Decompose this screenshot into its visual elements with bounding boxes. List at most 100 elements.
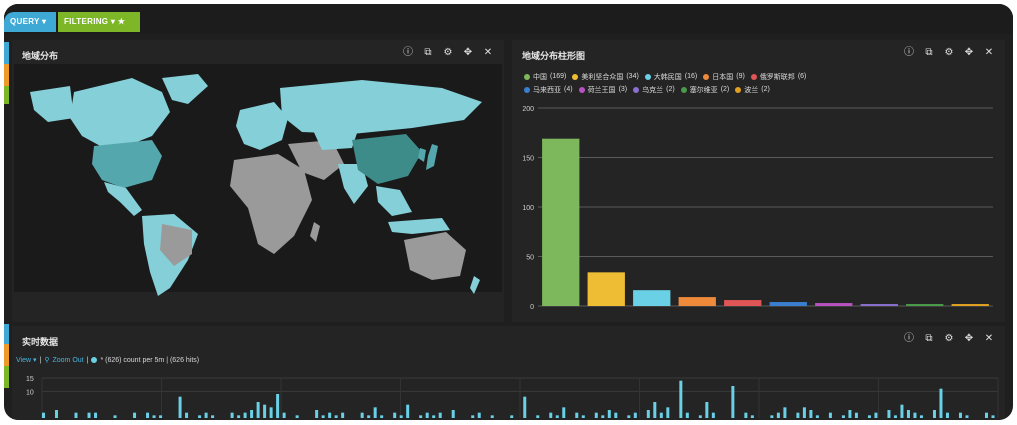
histogram-bar[interactable] xyxy=(185,412,189,418)
histogram-bar[interactable] xyxy=(263,404,267,418)
histogram-bar[interactable] xyxy=(698,415,702,418)
histogram-bar[interactable] xyxy=(887,410,891,418)
histogram-bar[interactable] xyxy=(575,412,579,418)
histogram-bar[interactable] xyxy=(146,412,150,418)
histogram-bar[interactable] xyxy=(900,404,904,418)
histogram-bar[interactable] xyxy=(256,402,260,418)
legend-item[interactable]: 荷兰王国 (3) xyxy=(578,85,627,95)
histogram-bar[interactable] xyxy=(679,380,683,418)
legend-item[interactable]: 塞尔维亚 (2) xyxy=(680,85,729,95)
histogram-bar[interactable] xyxy=(627,415,631,418)
histogram-bar[interactable] xyxy=(841,415,845,418)
histogram-bar[interactable] xyxy=(367,415,371,418)
histogram-bar[interactable] xyxy=(243,412,247,418)
histogram-bar[interactable] xyxy=(776,412,780,418)
histogram-bar[interactable] xyxy=(607,410,611,418)
histogram-bar[interactable] xyxy=(425,412,429,418)
histogram-bar[interactable] xyxy=(133,412,137,418)
histogram-bar[interactable] xyxy=(94,412,98,418)
query-tab[interactable]: QUERY ▾ xyxy=(4,12,56,32)
histogram-bar[interactable] xyxy=(451,410,455,418)
histogram-bar[interactable] xyxy=(380,415,384,418)
histogram-bar[interactable] xyxy=(614,412,618,418)
histogram-bar[interactable] xyxy=(159,415,163,418)
histogram-bar[interactable] xyxy=(55,410,59,418)
histogram-bar[interactable] xyxy=(848,410,852,418)
histogram-bar[interactable] xyxy=(705,402,709,418)
histogram-bar[interactable] xyxy=(549,412,553,418)
histogram-bar[interactable] xyxy=(932,410,936,418)
histogram-bar[interactable] xyxy=(867,415,871,418)
histogram-bar[interactable] xyxy=(744,412,748,418)
histogram-bar[interactable] xyxy=(874,412,878,418)
histogram-bar[interactable] xyxy=(471,415,475,418)
search-icon[interactable]: ⚲ xyxy=(44,356,49,364)
histogram-bar[interactable] xyxy=(666,407,670,418)
histogram-bar[interactable] xyxy=(399,415,403,418)
histogram-bar[interactable] xyxy=(87,412,91,418)
histogram-bar[interactable] xyxy=(113,415,117,418)
legend-item[interactable]: 日本国 (9) xyxy=(703,72,745,82)
histogram-bar[interactable] xyxy=(74,412,78,418)
histogram-bar[interactable] xyxy=(919,415,923,418)
histogram-bar[interactable] xyxy=(477,412,481,418)
histogram-bar[interactable] xyxy=(276,394,280,418)
histogram-bar[interactable] xyxy=(269,407,273,418)
histogram-bar[interactable] xyxy=(315,410,319,418)
histogram-bar[interactable] xyxy=(341,412,345,418)
histogram-bar[interactable] xyxy=(490,415,494,418)
histogram-bar[interactable] xyxy=(750,415,754,418)
histogram-bar[interactable] xyxy=(685,412,689,418)
zoom-out-link[interactable]: Zoom Out xyxy=(52,357,83,364)
histogram-bar[interactable] xyxy=(406,404,410,418)
histogram-bar[interactable] xyxy=(328,412,332,418)
histogram-bar[interactable] xyxy=(939,388,943,418)
histogram-bar[interactable] xyxy=(653,402,657,418)
bar-中国[interactable] xyxy=(542,138,580,306)
legend-item[interactable]: 大韩民国 (16) xyxy=(644,72,697,82)
bar-荷兰王国[interactable] xyxy=(815,303,853,306)
histogram-bar[interactable] xyxy=(373,407,377,418)
bar-美利坚合众国[interactable] xyxy=(587,272,625,306)
histogram-bar[interactable] xyxy=(633,412,637,418)
legend-item[interactable]: 波兰 (2) xyxy=(735,85,770,95)
histogram-bar[interactable] xyxy=(945,412,949,418)
bar-乌克兰[interactable] xyxy=(860,304,898,306)
histogram-bar[interactable] xyxy=(250,410,254,418)
histogram-bar[interactable] xyxy=(783,407,787,418)
histogram-bar[interactable] xyxy=(581,415,585,418)
legend-item[interactable]: 马来西亚 (4) xyxy=(524,85,573,95)
histogram-bar[interactable] xyxy=(991,415,995,418)
histogram-bar[interactable] xyxy=(958,412,962,418)
histogram-bar[interactable] xyxy=(438,412,442,418)
histogram-bar[interactable] xyxy=(906,410,910,418)
histogram-bar[interactable] xyxy=(432,415,436,418)
histogram-bar[interactable] xyxy=(828,412,832,418)
histogram-bar[interactable] xyxy=(204,412,208,418)
histogram-bar[interactable] xyxy=(646,410,650,418)
bar-塞尔维亚[interactable] xyxy=(906,304,944,306)
view-menu[interactable]: View ▾ xyxy=(16,356,37,364)
histogram-bar[interactable] xyxy=(815,415,819,418)
histogram-bar[interactable] xyxy=(601,415,605,418)
histogram-bar[interactable] xyxy=(893,415,897,418)
histogram-bar[interactable] xyxy=(230,412,234,418)
histogram-bar[interactable] xyxy=(334,415,338,418)
histogram-bar[interactable] xyxy=(510,415,514,418)
bar-大韩民国[interactable] xyxy=(633,290,671,306)
histogram-bar[interactable] xyxy=(965,415,969,418)
bar-波兰[interactable] xyxy=(951,304,989,306)
histogram-bar[interactable] xyxy=(178,396,182,418)
histogram-bar[interactable] xyxy=(913,412,917,418)
histogram-bar[interactable] xyxy=(536,415,540,418)
histogram-bar[interactable] xyxy=(42,412,45,418)
histogram-bar[interactable] xyxy=(984,412,988,418)
legend-item[interactable]: 乌克兰 (2) xyxy=(633,85,675,95)
histogram-bar[interactable] xyxy=(555,415,559,418)
histogram-bar[interactable] xyxy=(770,415,774,418)
histogram-bar[interactable] xyxy=(419,415,423,418)
histogram-bar[interactable] xyxy=(731,386,735,418)
histogram-bar[interactable] xyxy=(809,410,813,418)
bar-日本国[interactable] xyxy=(678,297,716,306)
bar-马来西亚[interactable] xyxy=(769,302,807,306)
